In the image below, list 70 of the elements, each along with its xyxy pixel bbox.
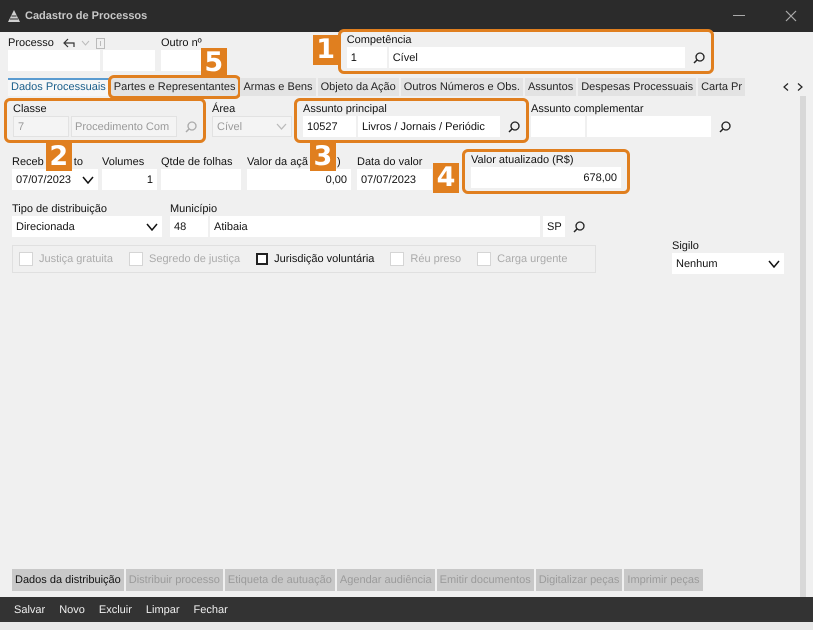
process-number-field[interactable]: [103, 50, 155, 71]
amount-field[interactable]: 678,00: [471, 167, 621, 188]
minimize-icon[interactable]: [733, 15, 745, 17]
field-label: Receb: [12, 155, 44, 169]
field-label: Valor da açã: [247, 155, 308, 169]
other-number-field[interactable]: [161, 50, 201, 71]
field-label: Outro nº: [161, 36, 202, 50]
chevron-icon: [82, 176, 94, 184]
callout-badge: 3: [310, 143, 336, 171]
field-label: Qtde de folhas: [161, 155, 234, 169]
field-label: Classe: [13, 103, 47, 115]
field-label: Área: [212, 102, 236, 116]
date-select[interactable]: 07/07/2023: [12, 169, 98, 190]
footer-button[interactable]: Fechar: [194, 604, 228, 616]
tab[interactable]: Armas e Bens: [240, 78, 316, 96]
tab[interactable]: Carta Pr: [698, 78, 746, 96]
callout-badge: 1: [312, 35, 339, 65]
footer-button[interactable]: Limpar: [146, 604, 180, 616]
field-label: Valor atualizado (R$): [471, 154, 574, 166]
window-title: Cadastro de Processos: [25, 10, 148, 22]
tab[interactable]: Dados Processuais: [8, 78, 109, 96]
field-label: ): [336, 155, 341, 169]
callout-badge: 4: [433, 163, 459, 193]
callout-badge: 5: [200, 48, 227, 78]
city-field[interactable]: Atibaia: [210, 216, 540, 237]
chevron-icon: [276, 123, 287, 130]
field-label: Município: [170, 202, 218, 216]
tab[interactable]: Assuntos: [524, 78, 576, 96]
footer-button[interactable]: Excluir: [98, 604, 132, 616]
distribution-select[interactable]: Direcionada: [12, 216, 162, 237]
search-icon[interactable]: [692, 52, 705, 64]
scroll-right-icon[interactable]: [797, 83, 803, 91]
volumes-field[interactable]: 1: [102, 169, 157, 190]
undo-icon[interactable]: [62, 38, 75, 48]
date-field[interactable]: 07/07/2023: [357, 169, 432, 190]
footer-button[interactable]: Novo: [59, 604, 85, 616]
field-label: Assunto complementar: [531, 102, 644, 116]
field-label: Assunto principal: [303, 103, 387, 115]
scroll-left-icon[interactable]: [783, 83, 789, 91]
tab[interactable]: Objeto da Ação: [318, 78, 399, 96]
callout-badge: 2: [46, 143, 72, 171]
field-label: Data do valor: [357, 155, 424, 169]
code-field[interactable]: 48: [170, 216, 208, 237]
code-field[interactable]: 1: [346, 47, 387, 68]
field-label: Tipo de distribuição: [12, 202, 108, 216]
field-label: Competência: [346, 34, 412, 46]
tab[interactable]: Outros Números e Obs.: [400, 78, 523, 96]
field-label: Volumes: [102, 155, 146, 169]
name-field[interactable]: Livros / Jornais / Periódic: [358, 116, 500, 137]
process-number-field[interactable]: [8, 50, 100, 71]
code-field[interactable]: 10527: [303, 116, 356, 137]
field-label: to: [74, 155, 83, 169]
field-label: Sigilo: [672, 239, 700, 253]
search-icon[interactable]: [719, 120, 731, 132]
state-field[interactable]: SP: [543, 216, 565, 237]
logo-icon: [8, 10, 20, 22]
action-button[interactable]: Dados da distribuição: [12, 569, 124, 591]
field-label: Processo: [8, 36, 54, 50]
name-field[interactable]: Cível: [388, 47, 685, 68]
tab[interactable]: Despesas Processuais: [578, 78, 696, 96]
footer-button[interactable]: Salvar: [14, 604, 46, 616]
chevron-icon: [146, 222, 158, 230]
chevron-icon: [768, 260, 780, 268]
secrecy-select[interactable]: Nenhum: [672, 253, 784, 274]
search-icon[interactable]: [508, 120, 520, 132]
amount-field[interactable]: 0,00: [247, 169, 351, 190]
search-icon[interactable]: [573, 220, 585, 232]
close-icon[interactable]: [785, 10, 797, 22]
tab[interactable]: Partes e Representantes: [110, 78, 238, 96]
checkbox-option[interactable]: Jurisdição voluntária: [256, 253, 374, 265]
